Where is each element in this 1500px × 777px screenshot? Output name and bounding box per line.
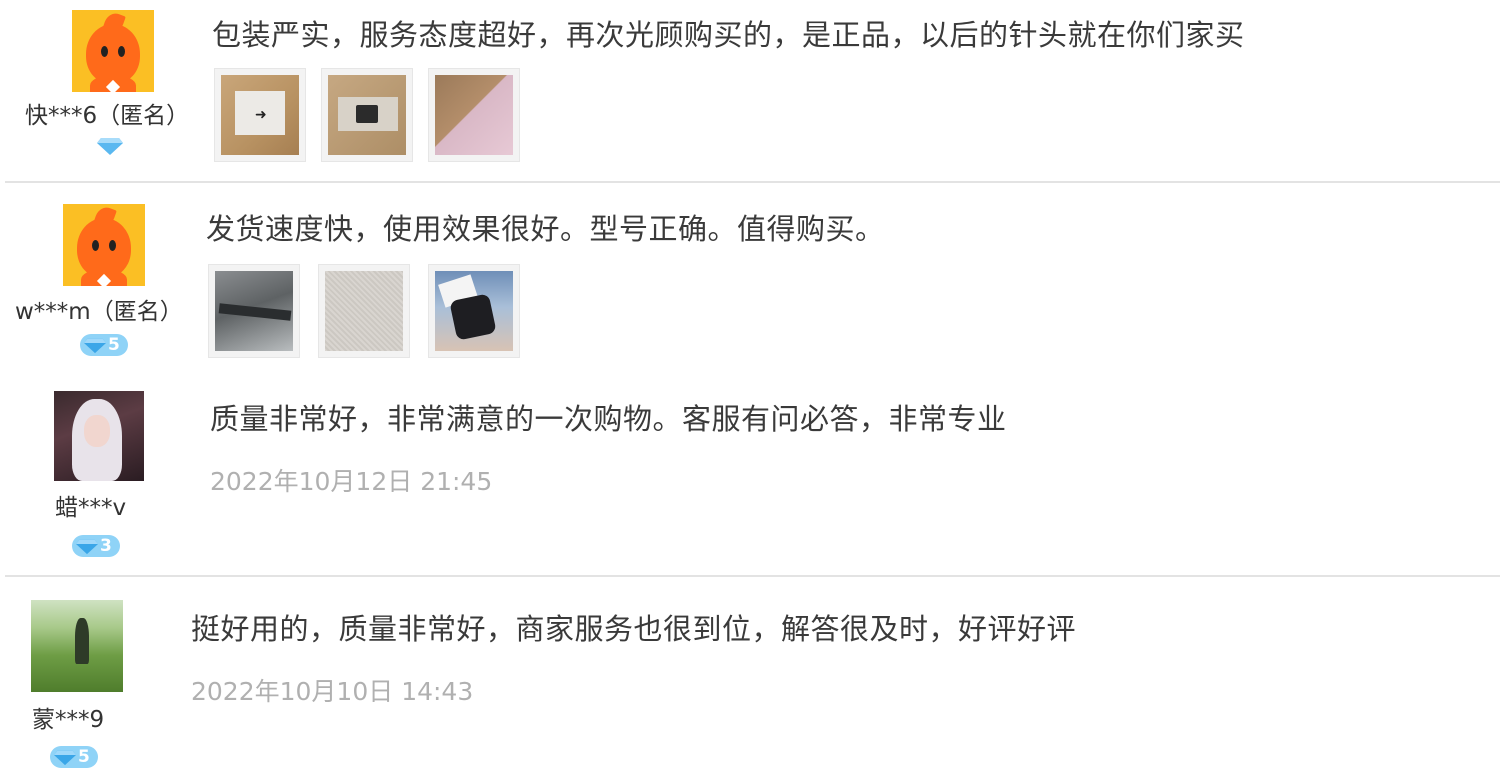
member-level-badge: 5 — [80, 334, 128, 356]
diamond-icon — [54, 750, 76, 765]
review-text: 质量非常好，非常满意的一次购物。客服有问必答，非常专业 — [210, 402, 1007, 436]
review-text: 挺好用的，质量非常好，商家服务也很到位，解答很及时，好评好评 — [191, 612, 1077, 646]
review-thumbnail-3[interactable] — [428, 264, 520, 358]
badge-level: 5 — [108, 335, 120, 355]
username: w***m（匿名） — [15, 299, 183, 325]
diamond-icon — [76, 539, 98, 554]
avatar[interactable] — [63, 204, 145, 286]
review-text: 包装严实，服务态度超好，再次光顾购买的，是正品，以后的针头就在你们家买 — [212, 18, 1245, 52]
review-thumbnail-2[interactable] — [318, 264, 410, 358]
diamond-icon — [84, 338, 106, 353]
review-thumbnail-1[interactable]: ➜ — [214, 68, 306, 162]
review-divider — [5, 181, 1500, 183]
badge-level: 3 — [100, 536, 112, 556]
username: 蒙***9 — [32, 707, 105, 733]
review-thumbnail-2[interactable] — [321, 68, 413, 162]
username: 蜡***v — [55, 495, 127, 521]
review-timestamp: 2022年10月10日 14:43 — [191, 677, 474, 706]
review-thumbnail-1[interactable] — [208, 264, 300, 358]
review-divider — [5, 575, 1500, 577]
diamond-icon — [97, 136, 123, 160]
member-level-badge: 5 — [50, 746, 98, 768]
badge-level: 5 — [78, 747, 90, 767]
avatar[interactable] — [72, 10, 154, 92]
avatar[interactable] — [54, 391, 144, 481]
avatar[interactable] — [31, 600, 123, 692]
review-text: 发货速度快，使用效果很好。型号正确。值得购买。 — [206, 212, 885, 246]
member-level-badge: 3 — [72, 535, 120, 557]
username: 快***6（匿名） — [25, 103, 190, 129]
review-timestamp: 2022年10月12日 21:45 — [210, 467, 493, 496]
review-thumbnail-3[interactable] — [428, 68, 520, 162]
